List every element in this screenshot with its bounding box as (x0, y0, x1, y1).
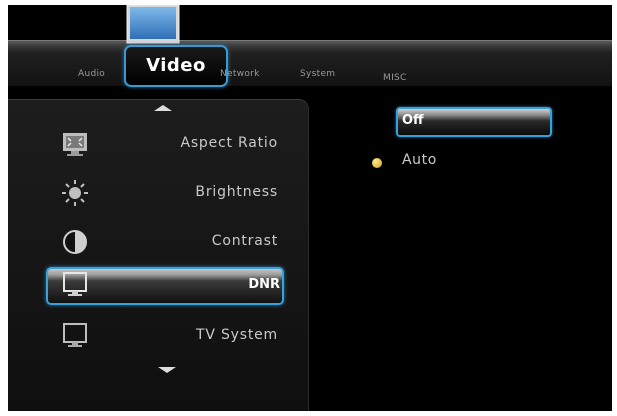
option-off[interactable]: Off (396, 107, 552, 137)
menu-item-label: DNR (248, 277, 280, 292)
option-label: Off (402, 113, 424, 128)
tab-misc[interactable]: MISC (383, 73, 407, 83)
aspect-ratio-icon (63, 133, 87, 156)
menu-item-dnr[interactable]: DNR (46, 267, 284, 305)
tv-icon (63, 272, 87, 296)
menu-item-tv-system[interactable]: TV System (48, 319, 278, 353)
brightness-icon (62, 180, 88, 206)
video-tv-icon (126, 5, 180, 44)
settings-screen: Audio Video Network System MISC Aspect R… (8, 5, 612, 411)
scroll-up-arrow-icon[interactable] (154, 105, 172, 111)
tv-icon (63, 323, 87, 347)
tab-video-label: Video (146, 55, 206, 76)
menu-item-label: Aspect Ratio (180, 135, 278, 151)
tab-bar (8, 40, 612, 86)
tab-audio[interactable]: Audio (78, 69, 105, 79)
menu-item-aspect-ratio[interactable]: Aspect Ratio (48, 127, 278, 161)
menu-item-brightness[interactable]: Brightness (48, 176, 278, 210)
selected-indicator-icon (372, 158, 382, 168)
menu-item-label: TV System (196, 327, 278, 343)
tab-video[interactable]: Video (124, 45, 228, 87)
tab-network[interactable]: Network (220, 69, 260, 79)
option-auto[interactable]: Auto (372, 150, 492, 170)
menu-item-label: Contrast (211, 233, 278, 249)
menu-item-contrast[interactable]: Contrast (48, 225, 278, 259)
contrast-icon (63, 230, 87, 254)
tab-system[interactable]: System (300, 69, 335, 79)
menu-item-label: Brightness (195, 184, 278, 200)
option-label: Auto (402, 152, 437, 168)
scroll-down-arrow-icon[interactable] (158, 367, 176, 373)
